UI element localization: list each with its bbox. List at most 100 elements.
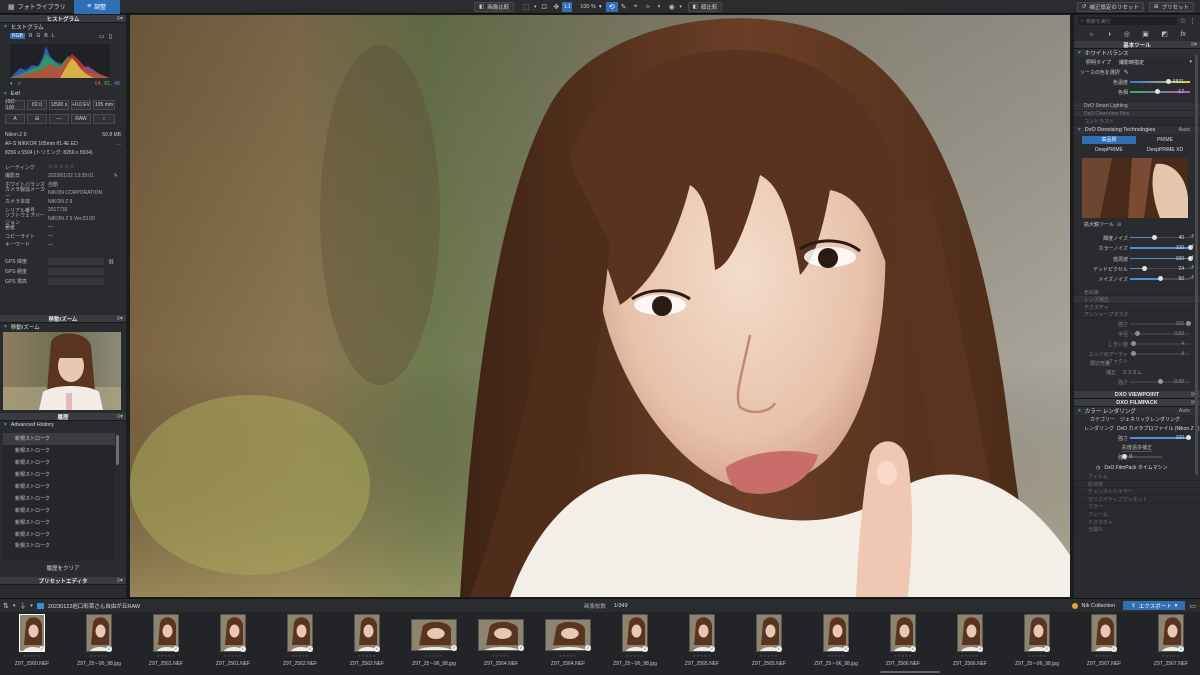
meta-value[interactable]: —: [48, 242, 53, 248]
loupe-icon[interactable]: ⊙: [1117, 222, 1121, 228]
denoise-auto[interactable]: Auto: [1179, 127, 1190, 133]
mode-hq[interactable]: 高品質: [1082, 135, 1136, 144]
menu-icon[interactable]: ≡▾: [1190, 41, 1197, 48]
rating-stars[interactable]: ★★★★★: [605, 654, 665, 658]
channel-g[interactable]: G: [36, 33, 40, 39]
vignette-amount-value[interactable]: 0.00: [1168, 379, 1184, 385]
reset-button[interactable]: ↺ 補正設定のリセット: [1076, 1, 1144, 12]
basic-tools-header[interactable]: 基本ツール ≡▾: [1074, 41, 1200, 49]
temperature-slider[interactable]: 色温度 6831: [1074, 77, 1198, 87]
history-item[interactable]: 新規ストローク: [3, 445, 115, 457]
rating-stars[interactable]: ★★★★★: [538, 654, 598, 658]
filmstrip-item[interactable]: ✓ ★★★★★ Z9T_25~-96_98.jpg: [69, 612, 129, 670]
rating-stars[interactable]: ★★★★★: [404, 654, 464, 658]
main-image-viewer[interactable]: [130, 15, 1070, 597]
filmpack-header[interactable]: DXO FILMPACK ≡▾: [1074, 399, 1200, 408]
chevron-down-icon[interactable]: ▾: [13, 603, 16, 609]
rating-stars[interactable]: ★★★★★: [203, 654, 263, 658]
rating-stars[interactable]: ★★★★★: [873, 654, 933, 658]
denoise-slider-knob[interactable]: [1157, 276, 1163, 282]
highlight-clip-icon[interactable]: ○: [17, 81, 20, 87]
eye-icon[interactable]: ◉: [666, 2, 678, 12]
reset-icon[interactable]: ↺: [1190, 244, 1194, 250]
thumbnail[interactable]: [478, 619, 524, 651]
light-icon[interactable]: ☼: [1088, 31, 1094, 38]
ratio-button[interactable]: 1:1: [562, 1, 573, 12]
denoise-preview[interactable]: [1082, 157, 1188, 218]
filmstrip-item[interactable]: ✓ ★★★★★ Z9T_25~-96_98.jpg: [1007, 612, 1067, 670]
temperature-value[interactable]: 6831: [1168, 79, 1184, 85]
menu-icon[interactable]: ≡▾: [116, 15, 123, 22]
search-input[interactable]: ⌕ 検索を実行: [1078, 17, 1177, 25]
white-balance-header[interactable]: ▾ ホワイトバランス: [1074, 49, 1200, 57]
mode-deepprime[interactable]: DeepPRIME: [1082, 146, 1136, 154]
contrast-row[interactable]: コントラスト: [1074, 118, 1200, 126]
chevron-down-icon[interactable]: ▾: [1189, 59, 1192, 65]
unsharp-slider-knob[interactable]: [1134, 331, 1140, 337]
rendering-select[interactable]: DxO カメラプロファイル (Nikon Z 9): [1117, 425, 1200, 432]
rating-stars[interactable]: ★★★★★: [940, 654, 1000, 658]
presets-button[interactable]: ⊞ プリセット: [1148, 1, 1195, 12]
menu-icon[interactable]: ≡▾: [116, 577, 123, 584]
filmstrip-item[interactable]: ✓ ★★★★★ Z9T_25~-96_98.jpg: [806, 612, 866, 670]
link-icon[interactable]: ⛓: [108, 259, 114, 265]
unsharp-slider-knob[interactable]: [1130, 341, 1136, 347]
reset-icon[interactable]: ↺: [1190, 275, 1194, 281]
zoom-select[interactable]: 100 % ▾: [576, 2, 605, 12]
unsharp-slider[interactable]: エッジのアーティファクト 4: [1074, 349, 1198, 365]
filmstrip-item[interactable]: ✓ ★★★★★ Z9T_25~-96_98.jpg: [605, 612, 665, 670]
filmstrip-item[interactable]: ✓ ★★★★★ Z9T_2561.NEF: [203, 612, 263, 670]
gps-lon-field[interactable]: [48, 268, 104, 276]
rating-stars[interactable]: ★★★★★: [471, 654, 531, 658]
meta-value[interactable]: —: [48, 233, 53, 239]
unsharp-slider-knob[interactable]: [1130, 351, 1136, 357]
denoise-slider-knob[interactable]: [1141, 265, 1147, 271]
rendering-auto[interactable]: Auto: [1179, 408, 1190, 414]
view-toggle-icon[interactable]: ▭: [1189, 602, 1196, 610]
rotate-icon[interactable]: ⟲: [605, 1, 618, 12]
fx-icon[interactable]: fx: [1180, 31, 1185, 38]
detail-icon[interactable]: ◎: [1124, 30, 1130, 38]
history-scrollbar[interactable]: [116, 435, 119, 465]
channel-l[interactable]: L: [52, 33, 55, 39]
nik-collection-button[interactable]: Nik Collection: [1082, 603, 1116, 609]
local-adjust-icon[interactable]: ◐: [654, 2, 666, 12]
star-icon[interactable]: ☆: [1180, 17, 1186, 25]
chevron-down-icon[interactable]: ▾: [678, 2, 684, 12]
denoise-slider[interactable]: メイズノイズ 50 ↺: [1074, 274, 1198, 284]
rendering-strength-value[interactable]: 100: [1168, 435, 1184, 441]
more-icon[interactable]: ⋮: [1189, 17, 1196, 25]
filmstrip-item[interactable]: ✓ ★★★★★ Z9T_2566.NEF: [873, 612, 933, 670]
unsharp-slider-value[interactable]: 4: [1168, 351, 1184, 357]
viewpoint-header[interactable]: DXO VIEWPOINT ≡▾: [1074, 391, 1200, 400]
exif-subheader[interactable]: ▾ Exif: [0, 90, 126, 98]
thumbnail[interactable]: [411, 619, 457, 651]
local-icon[interactable]: ◩: [1161, 30, 1168, 38]
rating-stars[interactable]: ★★★★★: [739, 654, 799, 658]
pencil-icon[interactable]: ✎: [114, 173, 118, 179]
filmstrip-item[interactable]: ✓ ★★★★★ Z9T_2567.NEF: [1141, 612, 1200, 670]
filmstrip-item[interactable]: ✓ ★★★★★ Z9T_2564.NEF: [471, 612, 531, 670]
monitor-icon[interactable]: ▭: [99, 33, 105, 40]
mode-prime[interactable]: PRIME: [1138, 136, 1192, 144]
filter-icon[interactable]: ⏚: [19, 601, 26, 611]
wb-preset-select[interactable]: 撮影時指定: [1119, 59, 1144, 66]
category-select[interactable]: ジェネリックレンダリング: [1120, 416, 1180, 423]
gps-lat-field[interactable]: [48, 258, 104, 266]
histogram-header[interactable]: ヒストグラム ≡▾: [0, 15, 126, 23]
compare-button[interactable]: ◧ 画像比較: [474, 1, 515, 12]
history-item[interactable]: 新規ストローク: [3, 516, 115, 528]
channel-r[interactable]: R: [29, 33, 33, 39]
fit-screen-icon[interactable]: ⊡: [538, 2, 550, 12]
mode-deepprime-xd[interactable]: DeepPRIME XD: [1138, 146, 1192, 154]
color-icon[interactable]: ◑: [1107, 31, 1111, 38]
filmstrip-item[interactable]: ✓ ★★★★★ Z9T_2566.NEF: [940, 612, 1000, 670]
menu-icon[interactable]: ≡▾: [116, 413, 123, 420]
move-icon[interactable]: ✥: [550, 2, 562, 12]
denoise-slider-knob[interactable]: [1151, 234, 1157, 240]
tint-slider[interactable]: 色相 -17: [1074, 87, 1198, 97]
rendering-strength-knob[interactable]: [1186, 435, 1191, 441]
filmstrip-item[interactable]: ✓ ★★★★★ Z9T_2561.NEF: [136, 612, 196, 670]
rating-stars[interactable]: ★★★★★: [2, 654, 62, 658]
filmpack-section[interactable]: 光漏れ: [1074, 526, 1200, 534]
